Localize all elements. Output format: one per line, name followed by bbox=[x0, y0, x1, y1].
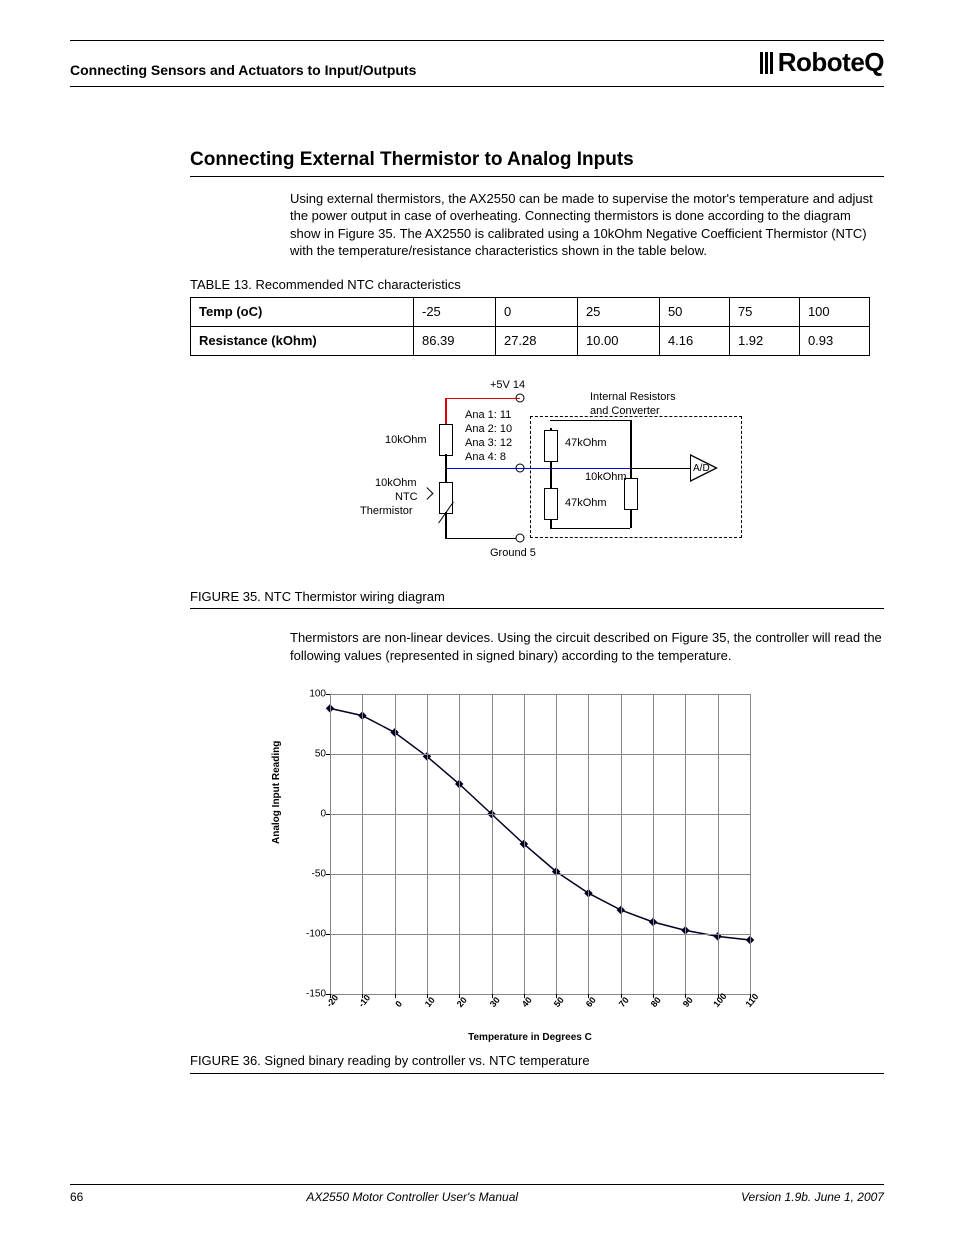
intro-paragraph: Using external thermistors, the AX2550 c… bbox=[290, 190, 884, 260]
label-5v: +5V 14 bbox=[490, 378, 525, 393]
table-row: Resistance (kOhm) 86.3927.28 10.004.16 1… bbox=[191, 327, 870, 356]
label-gnd: Ground 5 bbox=[490, 546, 536, 561]
ntc-table: Temp (oC) -250 2550 75100 Resistance (kO… bbox=[190, 297, 870, 355]
internal-box bbox=[530, 416, 742, 538]
label-ana2: Ana 2: 10 bbox=[465, 422, 512, 437]
table-row: Temp (oC) -250 2550 75100 bbox=[191, 298, 870, 327]
label-10k: 10kOhm bbox=[385, 433, 427, 448]
label-ana1: Ana 1: 11 bbox=[465, 408, 511, 423]
logo: RoboteQ bbox=[760, 45, 884, 80]
wiring-diagram: +5V 14 10kOhm Ana 1: 11 Ana 2: 10 Ana 3:… bbox=[190, 378, 870, 578]
wire bbox=[445, 454, 447, 468]
label-ntc: 10kOhm bbox=[375, 476, 417, 491]
chart: Analog Input Reading Temperature in Degr… bbox=[250, 684, 810, 1044]
wire bbox=[445, 512, 447, 538]
logo-text: RoboteQ bbox=[778, 45, 884, 80]
thermistor-icon bbox=[439, 482, 453, 514]
paragraph-2: Thermistors are non-linear devices. Usin… bbox=[290, 629, 884, 664]
label-internal: Internal Resistors bbox=[590, 390, 676, 405]
label-ana3: Ana 3: 12 bbox=[465, 436, 512, 451]
page-number: 66 bbox=[70, 1189, 83, 1205]
wire bbox=[445, 468, 447, 482]
arrow-icon bbox=[421, 487, 434, 500]
footer-version: Version 1.9b. June 1, 2007 bbox=[741, 1189, 884, 1205]
y-axis-label: Analog Input Reading bbox=[270, 741, 284, 844]
wire bbox=[445, 398, 447, 424]
page-footer: 66 AX2550 Motor Controller User's Manual… bbox=[70, 1184, 884, 1205]
wire bbox=[445, 538, 520, 540]
header-section: Connecting Sensors and Actuators to Inpu… bbox=[70, 61, 416, 80]
x-axis-label: Temperature in Degrees C bbox=[250, 1031, 810, 1045]
node-gnd bbox=[516, 533, 525, 542]
footer-title: AX2550 Motor Controller User's Manual bbox=[306, 1189, 518, 1205]
label-ana4: Ana 4: 8 bbox=[465, 450, 506, 465]
resistor-icon bbox=[439, 424, 453, 456]
figure35-caption: FIGURE 35. NTC Thermistor wiring diagram bbox=[190, 588, 884, 610]
label-ntc: NTC bbox=[395, 490, 418, 505]
page-title: Connecting External Thermistor to Analog… bbox=[190, 147, 884, 177]
wire bbox=[445, 398, 520, 400]
chart-line bbox=[330, 694, 750, 994]
figure36-caption: FIGURE 36. Signed binary reading by cont… bbox=[190, 1052, 884, 1074]
table-caption: TABLE 13. Recommended NTC characteristic… bbox=[190, 276, 884, 294]
label-ntc: Thermistor bbox=[360, 504, 413, 519]
